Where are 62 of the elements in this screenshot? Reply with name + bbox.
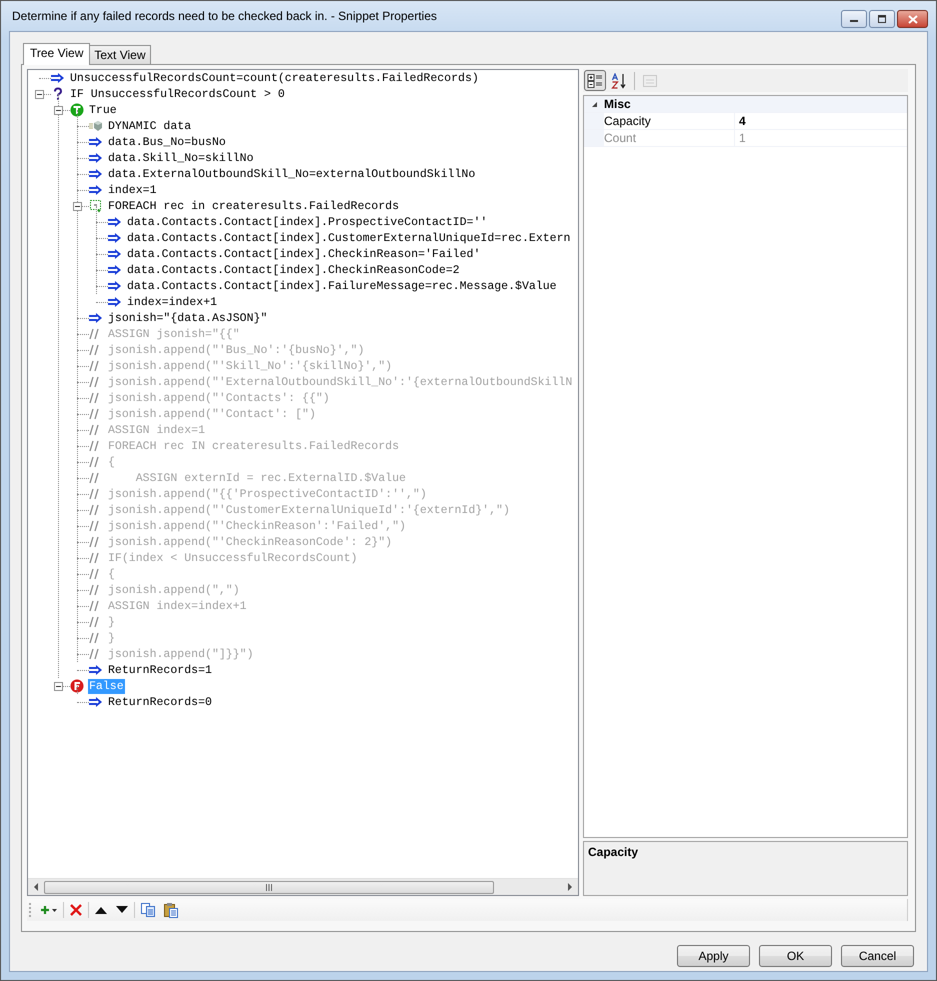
tree-node[interactable]: data.Contacts.Contact[index].CustomerExternalUniqueId=rec.Extern: [126, 230, 572, 246]
collapse-toggle[interactable]: [73, 202, 82, 211]
property-name[interactable]: Capacity: [604, 113, 735, 129]
tab[interactable]: Text View: [89, 45, 150, 64]
double-arrow-icon: [108, 216, 122, 228]
dialog-button[interactable]: Apply: [677, 945, 750, 967]
maximize-icon: [877, 15, 887, 23]
collapse-toggle[interactable]: [54, 106, 63, 115]
categorized-icon[interactable]: [584, 70, 606, 91]
grip-icon: [265, 884, 273, 890]
minimize-button[interactable]: [841, 10, 867, 28]
tree-node[interactable]: index=1: [107, 182, 158, 198]
tree-node[interactable]: DYNAMIC data: [107, 118, 192, 134]
double-arrow-icon: [89, 136, 103, 148]
paste-icon[interactable]: [161, 900, 181, 920]
double-arrow-icon: [89, 696, 103, 708]
double-arrow-icon: [89, 664, 103, 676]
question-mark-icon: [51, 87, 65, 101]
double-arrow-icon: [108, 264, 122, 276]
collapse-toggle[interactable]: [35, 90, 44, 99]
double-arrow-icon: [89, 312, 103, 324]
true-branch-icon: [70, 103, 84, 117]
dialog-button[interactable]: OK: [759, 945, 832, 967]
false-branch-icon: [70, 679, 84, 693]
double-arrow-icon: [89, 184, 103, 196]
tree-node[interactable]: data.Skill_No=skillNo: [107, 150, 255, 166]
double-arrow-icon: [108, 232, 122, 244]
tree-node[interactable]: data.ExternalOutboundSkill_No=externalOutboundSkillNo: [107, 166, 476, 182]
tree-node[interactable]: data.Bus_No=busNo: [107, 134, 227, 150]
scroll-thumb[interactable]: [44, 880, 494, 894]
window-title: Determine if any failed records need to be checked back in. - Snippet Properties: [11, 9, 437, 23]
tree-node[interactable]: data.Contacts.Contact[index].ProspectiveContactID='': [126, 214, 488, 230]
collapse-toggle[interactable]: [54, 682, 63, 691]
description-title: Capacity: [588, 845, 638, 859]
double-arrow-icon: [89, 168, 103, 180]
property-value[interactable]: 4: [735, 113, 907, 129]
tab[interactable]: Tree View: [23, 43, 90, 65]
tree-node[interactable]: UnsuccessfulRecordsCount=count(createresults.FailedRecords): [69, 70, 480, 86]
double-arrow-icon: [108, 248, 122, 260]
tree-node[interactable]: data.Contacts.Contact[index].CheckinReason='Failed': [126, 246, 482, 262]
tree-node[interactable]: data.Contacts.Contact[index].CheckinReasonCode=2: [126, 262, 461, 278]
cube-icon: [89, 120, 103, 132]
tree-node[interactable]: jsonish="{data.AsJSON}": [107, 310, 268, 326]
double-arrow-icon: [108, 296, 122, 308]
tree-node[interactable]: ReturnRecords=0: [107, 694, 213, 710]
double-arrow-icon: [51, 72, 65, 84]
tree-node[interactable]: data.Contacts.Contact[index].FailureMessage=rec.Message.$Value: [126, 278, 558, 294]
dialog-button[interactable]: Cancel: [841, 945, 914, 967]
tree-node[interactable]: index=index+1: [126, 294, 218, 310]
loop-icon: [89, 199, 103, 213]
copy-icon[interactable]: [138, 900, 158, 920]
close-icon: [908, 14, 918, 24]
maximize-button[interactable]: [869, 10, 895, 28]
tree-node[interactable]: IF UnsuccessfulRecordsCount > 0: [69, 86, 286, 102]
double-arrow-icon: [89, 152, 103, 164]
tree-node[interactable]: FOREACH rec in createresults.FailedRecords: [107, 198, 400, 214]
collapse-triangle-icon[interactable]: [590, 100, 598, 108]
close-button[interactable]: [897, 10, 928, 28]
tree-node[interactable]: ReturnRecords=1: [107, 662, 213, 678]
double-arrow-icon: [108, 280, 122, 292]
tree-node[interactable]: True: [88, 102, 118, 118]
category-label: Misc: [604, 96, 631, 112]
